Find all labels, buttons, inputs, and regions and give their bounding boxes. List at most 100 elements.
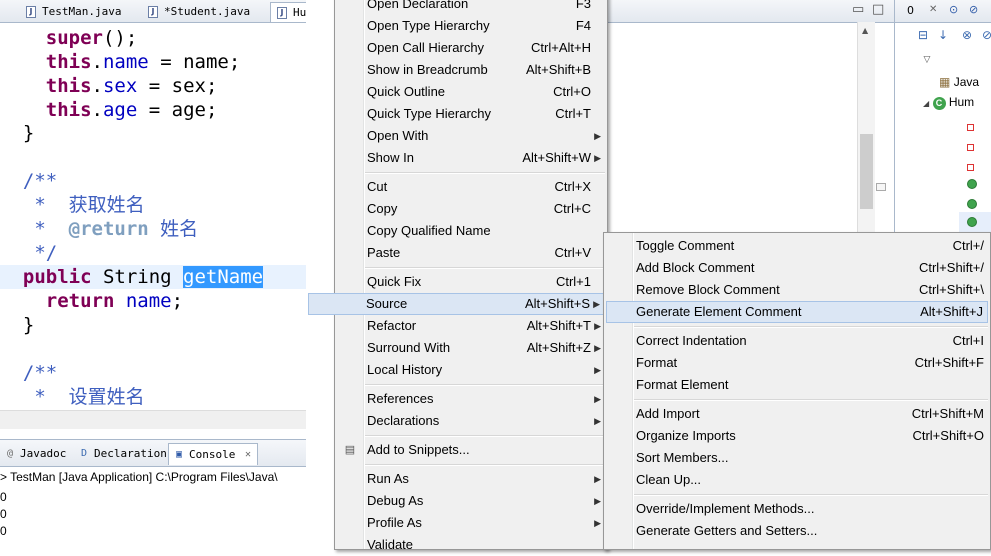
menu-item-quick-fix[interactable]: Quick Fix Ctrl+1 [337, 271, 605, 293]
menu-item-quick-type-hierarchy[interactable]: Quick Type Hierarchy Ctrl+T [337, 103, 605, 125]
menu-item-label: Paste [367, 245, 401, 260]
menu-item-source[interactable]: Source Alt+Shift+S ▶ [308, 293, 605, 315]
comment-text: */ [22, 242, 58, 264]
menu-item-label: Open Type Hierarchy [367, 18, 490, 33]
menu-item-open-declaration[interactable]: Open Declaration F3 [337, 0, 605, 15]
menu-item-profile-as[interactable]: Profile As ▶ [337, 512, 605, 534]
menu-item-debug-as[interactable]: Debug As ▶ [337, 490, 605, 512]
field-name: name [125, 290, 172, 312]
sort-icon[interactable]: ↓ [935, 27, 951, 43]
menu-item-cut[interactable]: Cut Ctrl+X [337, 176, 605, 198]
menu-item-open-type-hierarchy[interactable]: Open Type Hierarchy F4 [337, 15, 605, 37]
menu-item-organize-imports[interactable]: Organize Imports Ctrl+Shift+O [606, 425, 988, 447]
menu-item-label: Profile As [367, 515, 422, 530]
menu-item-label: Clean Up... [636, 472, 702, 487]
tab-student-java[interactable]: J *Student.java [142, 2, 266, 22]
menu-item-clean-up[interactable]: Clean Up... [606, 469, 988, 491]
expand-icon[interactable]: ◢ [923, 99, 929, 108]
menu-item-sort-members[interactable]: Sort Members... [606, 447, 988, 469]
scroll-up-icon[interactable]: ▲ [862, 26, 868, 35]
close-icon[interactable]: ✕ [929, 4, 937, 15]
menu-item-open-with[interactable]: Open With ▶ [337, 125, 605, 147]
menu-separator [634, 326, 988, 328]
menu-item-references[interactable]: References ▶ [337, 388, 605, 410]
menu-item-correct-indentation[interactable]: Correct Indentation Ctrl+I [606, 330, 988, 352]
code-line: * 获取姓名 [0, 193, 144, 217]
menu-item-shortcut: Ctrl+1 [555, 274, 591, 289]
outline-item-class[interactable]: ◢ C Hum [923, 92, 974, 112]
outline-toolbar: ⊟ ↓ ⊗ ⊘ ▽ [895, 24, 991, 65]
hide-fields-icon[interactable]: ⊗ [959, 27, 975, 43]
splitter-handle[interactable] [876, 183, 886, 191]
menu-item-show-in-breadcrumb[interactable]: Show in Breadcrumb Alt+Shift+B [337, 59, 605, 81]
menu-item-paste[interactable]: Paste Ctrl+V [337, 242, 605, 264]
code-line: return name; [0, 289, 183, 313]
tab-human-java[interactable]: J Hu [270, 2, 306, 22]
menu-item-override-implement-methods[interactable]: Override/Implement Methods... [606, 498, 988, 520]
comment-text: /** [22, 170, 58, 192]
menu-item-copy[interactable]: Copy Ctrl+C [337, 198, 605, 220]
outline-item-imports[interactable]: ▦ Java [939, 72, 979, 92]
tab-label: *Student.java [164, 5, 251, 18]
menu-item-validate[interactable]: Validate [337, 534, 605, 556]
menu-item-label: Open Declaration [367, 0, 469, 11]
javadoc-icon: @ [6, 448, 14, 459]
focus-icon[interactable]: ⊙ [949, 3, 958, 16]
tab-label: Hu [293, 6, 306, 19]
outline-tab-label[interactable]: 0 [907, 4, 914, 17]
menu-item-remove-block-comment[interactable]: Remove Block Comment Ctrl+Shift+\ [606, 279, 988, 301]
comment-text: * 设置姓名 [22, 386, 145, 408]
menu-item-shortcut: Alt+Shift+B [525, 62, 591, 77]
menu-item-open-call-hierarchy[interactable]: Open Call Hierarchy Ctrl+Alt+H [337, 37, 605, 59]
menu-item-shortcut: Ctrl+Shift+M [911, 406, 984, 421]
editor-horizontal-scrollbar[interactable] [0, 410, 306, 429]
menu-item-copy-qualified-name[interactable]: Copy Qualified Name [337, 220, 605, 242]
menu-separator [365, 435, 605, 437]
tab-javadoc[interactable]: @ Javadoc [0, 443, 70, 465]
menu-item-label: Quick Outline [367, 84, 446, 99]
code-editor[interactable]: super(); this.name = name; this.sex = se… [0, 23, 306, 431]
menu-item-label: Debug As [367, 493, 424, 508]
outline-selected-row[interactable] [959, 212, 991, 232]
scroll-thumb[interactable] [860, 134, 873, 209]
vertical-scrollbar[interactable]: ▲ [857, 22, 875, 232]
console-output-line: 0 [0, 507, 7, 521]
menu-item-declarations[interactable]: Declarations ▶ [337, 410, 605, 432]
tab-label: Javadoc [20, 447, 67, 460]
menu-item-format-element[interactable]: Format Element [606, 374, 988, 396]
view-menu-icon[interactable]: ▽ [919, 52, 935, 68]
menu-item-add-import[interactable]: Add Import Ctrl+Shift+M [606, 403, 988, 425]
tab-testman-java[interactable]: J TestMan.java [20, 2, 138, 22]
menu-item-shortcut: Ctrl+C [553, 201, 591, 216]
java-file-icon: J [277, 7, 287, 19]
close-icon[interactable]: ✕ [245, 444, 251, 466]
keyword: this [45, 75, 92, 97]
menu-item-toggle-comment[interactable]: Toggle Comment Ctrl+/ [606, 235, 988, 257]
minimize-icon[interactable]: ▭ [852, 2, 864, 17]
menu-item-add-block-comment[interactable]: Add Block Comment Ctrl+Shift+/ [606, 257, 988, 279]
filter-icon[interactable]: ⊘ [969, 3, 978, 16]
menu-item-format[interactable]: Format Ctrl+Shift+F [606, 352, 988, 374]
menu-item-generate-element-comment[interactable]: Generate Element Comment Alt+Shift+J [606, 301, 988, 323]
constructor-icon [967, 198, 977, 212]
submenu-arrow-icon: ▶ [594, 153, 601, 163]
menu-item-run-as[interactable]: Run As ▶ [337, 468, 605, 490]
menu-item-quick-outline[interactable]: Quick Outline Ctrl+O [337, 81, 605, 103]
menu-item-surround-with[interactable]: Surround With Alt+Shift+Z ▶ [337, 337, 605, 359]
menu-item-refactor[interactable]: Refactor Alt+Shift+T ▶ [337, 315, 605, 337]
collapse-all-icon[interactable]: ⊟ [915, 27, 931, 43]
code-text: . [91, 75, 103, 97]
tab-declaration[interactable]: D Declaration [74, 443, 167, 465]
menu-item-shortcut: Alt+Shift+S [524, 296, 590, 311]
submenu-arrow-icon: ▶ [594, 321, 601, 331]
menu-item-generate-getters-setters[interactable]: Generate Getters and Setters... [606, 520, 988, 542]
menu-separator [365, 384, 605, 386]
submenu-arrow-icon: ▶ [594, 343, 601, 353]
menu-item-local-history[interactable]: Local History ▶ [337, 359, 605, 381]
menu-item-add-to-snippets[interactable]: ▤ Add to Snippets... [337, 439, 605, 461]
tab-console[interactable]: ▣ Console ✕ [168, 443, 258, 465]
maximize-icon[interactable]: □ [872, 2, 884, 17]
menu-item-show-in[interactable]: Show In Alt+Shift+W ▶ [337, 147, 605, 169]
hide-static-icon[interactable]: ⊘ [979, 27, 991, 43]
code-text: } [22, 314, 35, 336]
